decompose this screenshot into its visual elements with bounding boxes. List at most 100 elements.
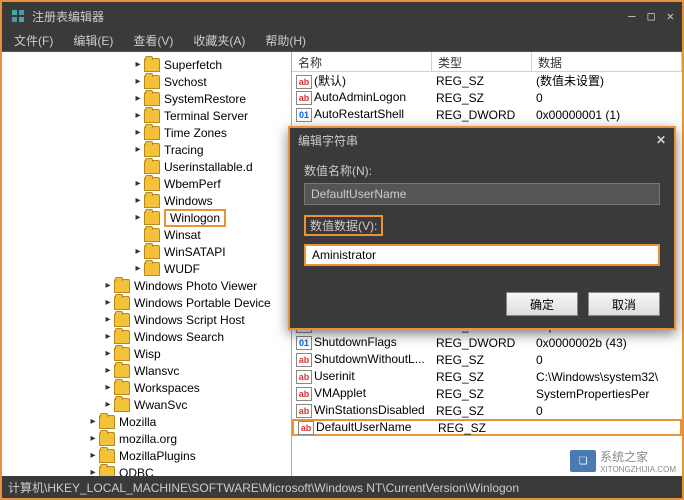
list-row[interactable]: abAutoAdminLogonREG_SZ0 [292, 89, 682, 106]
minimize-button[interactable]: — [628, 9, 635, 23]
tree-item[interactable]: Userinstallable.d [2, 158, 291, 175]
tree-item[interactable]: WbemPerf [2, 175, 291, 192]
tree-item[interactable]: Wlansvc [2, 362, 291, 379]
tree-item[interactable]: Time Zones [2, 124, 291, 141]
folder-icon [144, 126, 160, 140]
tree-item[interactable]: ODBC [2, 464, 291, 476]
tree-arrow-icon[interactable] [102, 348, 114, 359]
value-name: DefaultUserName [316, 420, 411, 434]
value-data: 0x00000001 (1) [532, 108, 682, 122]
tree-item[interactable]: MozillaPlugins [2, 447, 291, 464]
ok-button[interactable]: 确定 [506, 292, 578, 316]
watermark-icon: ❏ [570, 450, 596, 472]
list-row[interactable]: abUserinitREG_SZC:\Windows\system32\ [292, 368, 682, 385]
tree-arrow-icon[interactable] [102, 297, 114, 308]
tree-arrow-icon[interactable] [132, 263, 144, 274]
list-row[interactable]: ab(默认)REG_SZ(数值未设置) [292, 72, 682, 89]
tree-arrow-icon[interactable] [132, 195, 144, 206]
list-row[interactable]: abVMAppletREG_SZSystemPropertiesPer [292, 385, 682, 402]
tree-arrow-icon[interactable] [132, 110, 144, 121]
tree-arrow-icon[interactable] [87, 416, 99, 427]
watermark-text2: XITONGZHIJIA.COM [600, 465, 676, 474]
tree-item[interactable]: Windows Portable Device [2, 294, 291, 311]
value-name: VMApplet [314, 386, 366, 400]
value-type: REG_DWORD [432, 108, 532, 122]
header-data[interactable]: 数据 [532, 52, 682, 71]
dialog-buttons: 确定 取消 [290, 286, 674, 328]
tree-label: WinSATAPI [164, 245, 226, 259]
menu-edit[interactable]: 编辑(E) [67, 30, 119, 51]
tree-arrow-icon[interactable] [87, 467, 99, 476]
tree-item[interactable]: Windows [2, 192, 291, 209]
binary-value-icon: 01 [296, 336, 312, 350]
tree-item[interactable]: Windows Script Host [2, 311, 291, 328]
tree-arrow-icon[interactable] [102, 280, 114, 291]
tree-item[interactable]: Terminal Server [2, 107, 291, 124]
menu-file[interactable]: 文件(F) [8, 30, 59, 51]
value-type: REG_SZ [432, 91, 532, 105]
tree-arrow-icon[interactable] [102, 314, 114, 325]
tree-arrow-icon[interactable] [132, 144, 144, 155]
tree-label: Time Zones [164, 126, 227, 140]
folder-icon [144, 211, 160, 225]
folder-icon [114, 313, 130, 327]
value-data: 0 [532, 91, 682, 105]
dialog-close-icon[interactable]: ✕ [656, 133, 666, 147]
value-type: REG_SZ [432, 74, 532, 88]
edit-string-dialog: 编辑字符串 ✕ 数值名称(N): 数值数据(V): 确定 取消 [288, 126, 676, 330]
tree-item[interactable]: Windows Search [2, 328, 291, 345]
header-name[interactable]: 名称 [292, 52, 432, 71]
folder-icon [144, 109, 160, 123]
tree-arrow-icon[interactable] [132, 127, 144, 138]
menu-view[interactable]: 查看(V) [127, 30, 179, 51]
tree-item[interactable]: SystemRestore [2, 90, 291, 107]
list-row[interactable]: abShutdownWithoutL...REG_SZ0 [292, 351, 682, 368]
tree-arrow-icon[interactable] [102, 399, 114, 410]
menu-favorites[interactable]: 收藏夹(A) [187, 30, 251, 51]
value-type: REG_SZ [434, 421, 534, 435]
tree-item[interactable]: Mozilla [2, 413, 291, 430]
tree-arrow-icon[interactable] [102, 331, 114, 342]
folder-icon [99, 415, 115, 429]
tree-item[interactable]: WinSATAPI [2, 243, 291, 260]
tree-item[interactable]: mozilla.org [2, 430, 291, 447]
tree-item[interactable]: Tracing [2, 141, 291, 158]
tree-arrow-icon[interactable] [132, 59, 144, 70]
dialog-body: 数值名称(N): 数值数据(V): [290, 152, 674, 286]
tree-arrow-icon[interactable] [132, 212, 144, 223]
value-type: REG_SZ [432, 353, 532, 367]
value-type: REG_SZ [432, 404, 532, 418]
value-data-input[interactable] [304, 244, 660, 266]
list-row[interactable]: abWinStationsDisabledREG_SZ0 [292, 402, 682, 419]
maximize-button[interactable]: □ [648, 9, 655, 23]
tree-arrow-icon[interactable] [132, 93, 144, 104]
menu-help[interactable]: 帮助(H) [259, 30, 312, 51]
tree-arrow-icon[interactable] [102, 382, 114, 393]
tree-item[interactable]: Workspaces [2, 379, 291, 396]
tree-arrow-icon[interactable] [87, 433, 99, 444]
tree-panel[interactable]: SuperfetchSvchostSystemRestoreTerminal S… [2, 52, 292, 476]
tree-item[interactable]: WUDF [2, 260, 291, 277]
tree-item[interactable]: Svchost [2, 73, 291, 90]
tree-item[interactable]: WwanSvc [2, 396, 291, 413]
app-icon [10, 8, 26, 24]
close-button[interactable]: ✕ [667, 9, 674, 23]
tree-arrow-icon[interactable] [102, 365, 114, 376]
tree-arrow-icon[interactable] [132, 246, 144, 257]
folder-icon [144, 228, 160, 242]
tree-item[interactable]: Superfetch [2, 56, 291, 73]
tree-arrow-icon[interactable] [132, 76, 144, 87]
tree-arrow-icon[interactable] [87, 450, 99, 461]
list-row[interactable]: 01ShutdownFlagsREG_DWORD0x0000002b (43) [292, 334, 682, 351]
folder-icon [114, 279, 130, 293]
tree-item[interactable]: Winlogon [2, 209, 291, 226]
tree-item[interactable]: Wisp [2, 345, 291, 362]
value-name-input[interactable] [304, 183, 660, 205]
list-row[interactable]: 01AutoRestartShellREG_DWORD0x00000001 (1… [292, 106, 682, 123]
header-type[interactable]: 类型 [432, 52, 532, 71]
cancel-button[interactable]: 取消 [588, 292, 660, 316]
tree-item[interactable]: Winsat [2, 226, 291, 243]
tree-item[interactable]: Windows Photo Viewer [2, 277, 291, 294]
list-row[interactable]: abDefaultUserNameREG_SZ [292, 419, 682, 436]
tree-arrow-icon[interactable] [132, 178, 144, 189]
